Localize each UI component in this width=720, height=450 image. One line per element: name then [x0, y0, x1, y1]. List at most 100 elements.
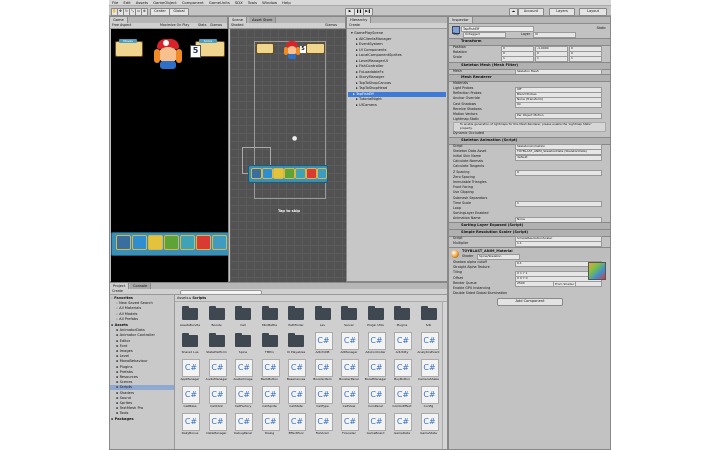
asset-script[interactable]: C# EffectPool: [285, 413, 307, 439]
hierarchy-item[interactable]: ▸ FxLoadableFx: [356, 70, 384, 75]
material-header[interactable]: TOYBLAST_ANIM_Material Shader Spine/Skelet…: [449, 247, 610, 260]
asset-grid-scrollbar[interactable]: [442, 302, 447, 449]
tag-dropdown[interactable]: Untagged: [463, 31, 506, 38]
static-toggle[interactable]: Static: [597, 26, 606, 30]
asset-script[interactable]: C# BoosterPanel: [338, 359, 360, 385]
menu-item[interactable]: Window: [262, 0, 277, 5]
menu-item[interactable]: GameObject: [153, 0, 177, 5]
menu-item[interactable]: Help: [282, 0, 291, 5]
booster-slot[interactable]: [116, 235, 131, 250]
asset-script[interactable]: C# CellClick: [206, 386, 228, 412]
asset-folder[interactable]: Plugins: [391, 305, 413, 331]
asset-script[interactable]: C# AdInfoDB: [312, 332, 334, 358]
render-queue-source-dropdown[interactable]: From Shader: [553, 280, 577, 287]
asset-script[interactable]: C# FishAnim: [312, 413, 334, 439]
asset-script[interactable]: C# BoostManager: [365, 359, 387, 385]
asset-script[interactable]: C# Config: [418, 386, 440, 412]
asset-folder[interactable]: Pathfinder: [285, 305, 307, 331]
asset-folder[interactable]: TMPro: [259, 332, 281, 358]
booster-slot[interactable]: [132, 235, 147, 250]
add-component-button[interactable]: Add Component: [497, 298, 563, 307]
asset-folder[interactable]: MiniBattle: [259, 305, 281, 331]
hierarchy-item[interactable]: ▾ GamePlayScene: [351, 31, 383, 36]
gizmos-toggle[interactable]: Gizmos: [210, 23, 222, 28]
asset-script[interactable]: C# DailyBonus: [179, 413, 201, 439]
asset-script[interactable]: C# BoosterItem: [312, 359, 334, 385]
asset-script[interactable]: C# GameBoard: [365, 413, 387, 439]
hierarchy-item[interactable]: ▸ FishController: [356, 64, 384, 69]
hierarchy-item[interactable]: ▸ LocalComponentSprites: [356, 53, 402, 58]
asset-folder[interactable]: Cell: [232, 305, 254, 331]
asset-script[interactable]: C# AnalyticsEvent: [417, 332, 440, 358]
asset-script[interactable]: C# CellSprite: [259, 386, 281, 412]
hierarchy-item[interactable]: ▸ EventSystem: [356, 42, 383, 47]
asset-script[interactable]: C# DataManager: [206, 413, 228, 439]
hierarchy-item[interactable]: ▸ TapFishEff: [348, 91, 446, 97]
asset-script[interactable]: C# AvatarImage: [232, 359, 254, 385]
asset-folder[interactable]: UI Playables: [285, 332, 307, 358]
shading-mode-dropdown[interactable]: Shaded: [231, 23, 243, 27]
asset-folder[interactable]: Server: [338, 305, 360, 331]
space-toggle[interactable]: Global: [169, 8, 189, 16]
asset-script[interactable]: C# DebugPanel: [232, 413, 254, 439]
hierarchy-item[interactable]: ▸ TapToShopHead: [356, 86, 387, 91]
booster-slot[interactable]: [212, 235, 227, 250]
asset-script[interactable]: C# ComboEffect: [391, 386, 413, 412]
asset-script[interactable]: C# BaseCanvas: [285, 359, 307, 385]
asset-script[interactable]: C# BackButton: [259, 359, 281, 385]
transform-tool-button[interactable]: ⊕: [141, 8, 148, 16]
project-create-button[interactable]: Create: [112, 289, 123, 293]
booster-slot[interactable]: [148, 235, 163, 250]
menu-item[interactable]: Component: [182, 0, 204, 5]
asset-script[interactable]: C# CellView: [338, 386, 360, 412]
maximize-on-play-toggle[interactable]: Maximize On Play: [160, 23, 189, 28]
asset-folder[interactable]: Spine: [232, 332, 254, 358]
pivot-toggle[interactable]: Center: [150, 8, 170, 16]
booster-slot[interactable]: [180, 235, 195, 250]
asset-script[interactable]: C# FxLoader: [338, 413, 360, 439]
hierarchy-item[interactable]: ▸ TutorialNight: [356, 97, 382, 102]
hierarchy-item[interactable]: ▸ UICamera: [356, 103, 377, 108]
stats-toggle[interactable]: Stats: [198, 23, 206, 28]
asset-folder[interactable]: Boosts: [206, 305, 228, 331]
hierarchy-item[interactable]: ▸ LevelManagerUI: [356, 59, 388, 64]
asset-script[interactable]: C# BuyButton: [391, 359, 413, 385]
hierarchy-create-button[interactable]: Create: [349, 23, 360, 27]
asset-script[interactable]: C# Dialog: [259, 413, 281, 439]
asset-script[interactable]: C# CoinPanel: [365, 386, 387, 412]
asset-script[interactable]: C# CellState: [285, 386, 307, 412]
game-canvas[interactable]: Moves Score 5: [111, 29, 230, 282]
hierarchy-item[interactable]: ▸ StoryManager: [356, 75, 384, 80]
cloud-icon[interactable]: ☁: [509, 8, 518, 16]
asset-folder[interactable]: Lev: [312, 305, 334, 331]
asset-script[interactable]: C# CameraShake: [418, 359, 440, 385]
packages-root[interactable]: ▪ Packages: [111, 417, 134, 422]
asset-script[interactable]: C# AdManager: [338, 332, 360, 358]
menu-item[interactable]: File: [112, 0, 118, 5]
asset-folder[interactable]: Shared Lua: [179, 332, 201, 358]
asset-script[interactable]: C# GameData: [391, 413, 413, 439]
breadcrumb-item[interactable]: Assets: [177, 296, 188, 300]
asset-script[interactable]: C# CellFactory: [232, 386, 254, 412]
asset-script[interactable]: C# AudioManager: [206, 359, 228, 385]
menu-item[interactable]: Tools: [248, 0, 257, 5]
hierarchy-item[interactable]: ▸ UI Components: [356, 48, 387, 53]
asset-folder[interactable]: AssetsBundle: [179, 305, 201, 331]
scene-gizmos-toggle[interactable]: Gizmos: [325, 23, 337, 28]
menu-item[interactable]: Edit: [123, 0, 130, 5]
asset-folder[interactable]: Sdk: [418, 305, 440, 331]
asset-script[interactable]: C# CellBase: [179, 386, 201, 412]
texture-thumbnail[interactable]: [588, 262, 606, 281]
scene-canvas[interactable]: 5 ● Tap to skip: [230, 29, 346, 282]
hierarchy-item[interactable]: ▸ TopToShopCanvas: [356, 81, 391, 86]
booster-slot[interactable]: [196, 235, 211, 250]
asset-script[interactable]: C# AdsController: [365, 332, 387, 358]
account-dropdown[interactable]: Account: [518, 8, 544, 16]
hierarchy-item[interactable]: ▸ AllClientsManager: [356, 37, 391, 42]
menu-item[interactable]: SDX: [235, 0, 243, 5]
asset-folder[interactable]: StatePlatform: [206, 332, 228, 358]
asset-folder[interactable]: Plugin Utils: [365, 305, 387, 331]
layout-dropdown[interactable]: Layout: [579, 8, 607, 16]
asset-script[interactable]: C# GameState: [418, 413, 440, 439]
aspect-dropdown[interactable]: Free Aspect: [112, 23, 131, 27]
